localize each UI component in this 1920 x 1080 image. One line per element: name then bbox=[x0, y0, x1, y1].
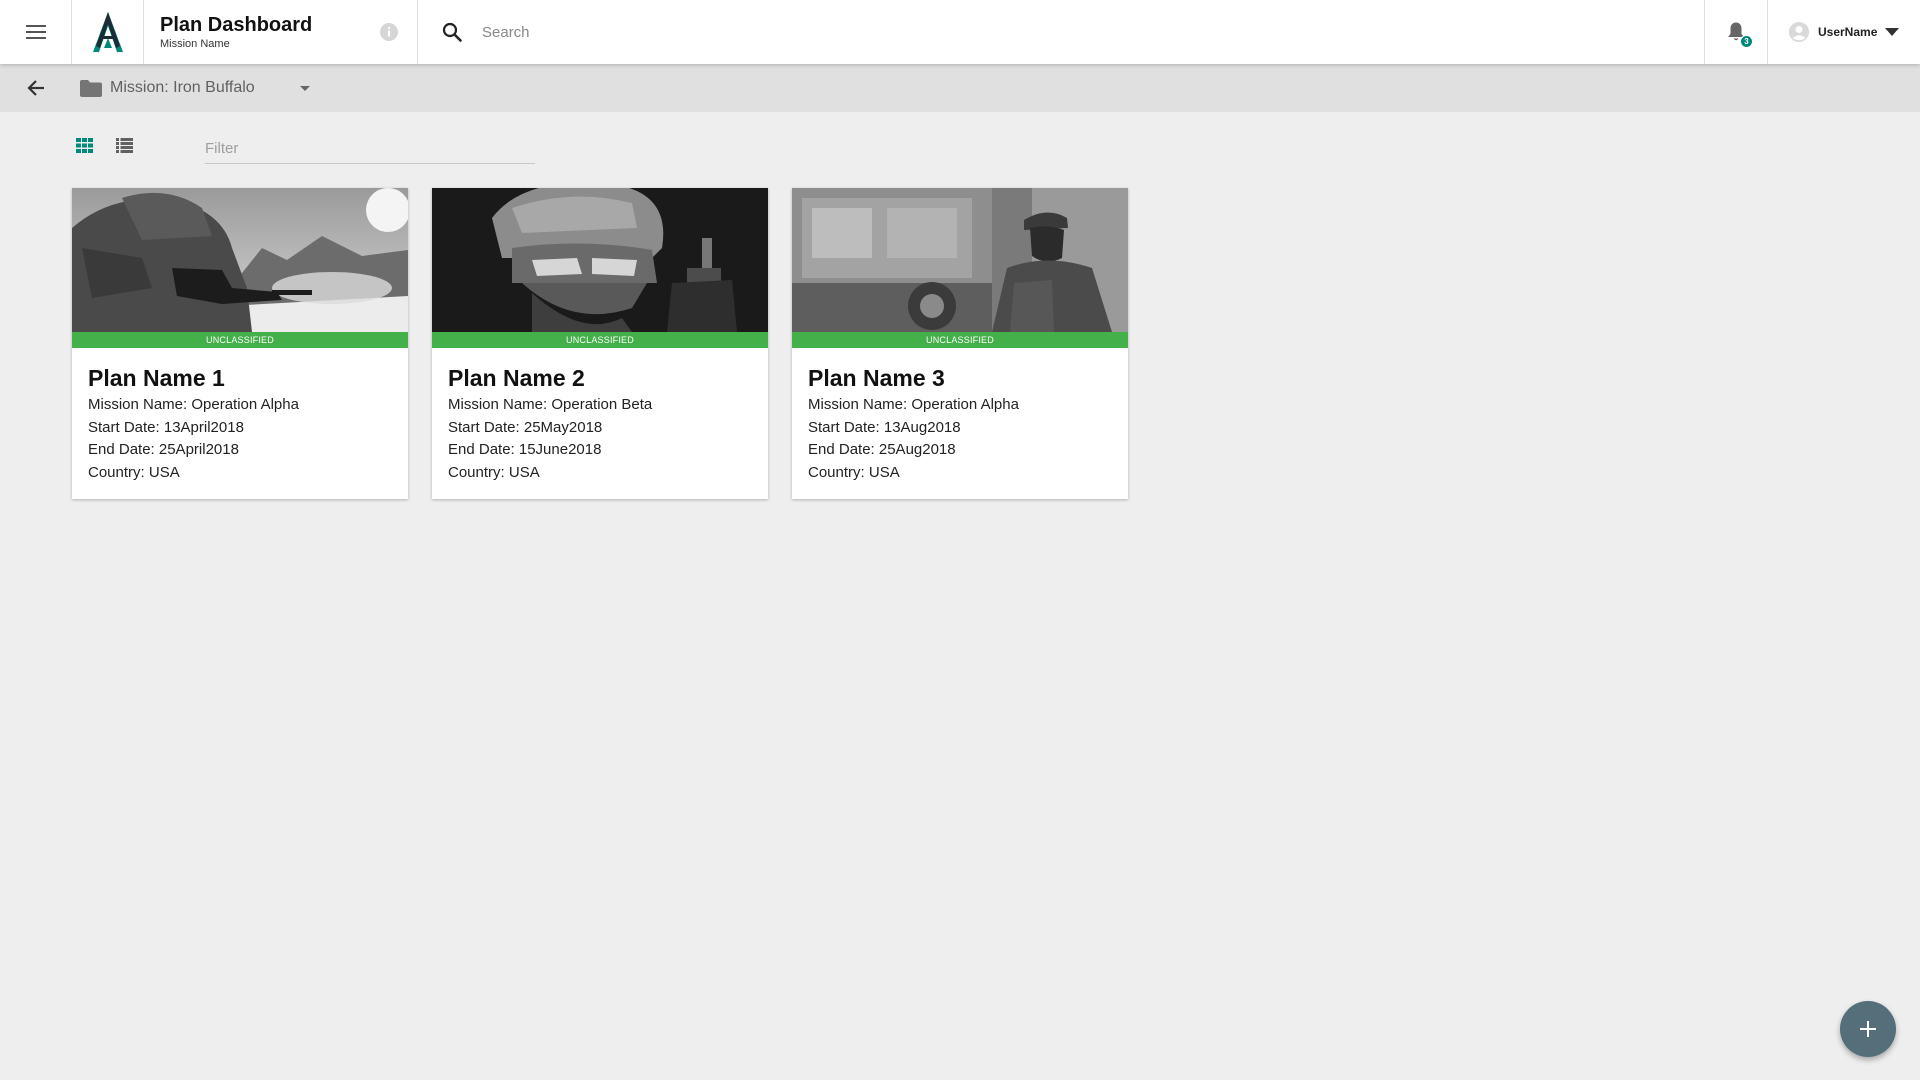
plus-icon bbox=[1860, 1021, 1876, 1037]
user-menu[interactable]: UserName bbox=[1768, 0, 1920, 64]
mission-select-value: Mission: Iron Buffalo bbox=[110, 79, 255, 96]
grid-view-button[interactable] bbox=[76, 138, 93, 153]
app-title-block: Plan Dashboard Mission Name bbox=[144, 0, 418, 64]
app-logo[interactable] bbox=[72, 0, 144, 64]
app-logo-icon bbox=[92, 12, 123, 52]
plan-mission-name: Mission Name: Operation Alpha bbox=[88, 396, 299, 413]
plan-card[interactable]: UNCLASSIFIED Plan Name 3 Mission Name: O… bbox=[792, 188, 1128, 499]
menu-button[interactable] bbox=[0, 0, 72, 64]
notification-count-badge: 3 bbox=[1740, 35, 1753, 48]
plan-country: Country: USA bbox=[808, 463, 900, 481]
plan-card-image bbox=[432, 188, 768, 332]
plan-card-image bbox=[72, 188, 408, 332]
plan-name: Plan Name 2 bbox=[448, 365, 585, 391]
plan-end-date: End Date: 25April2018 bbox=[88, 441, 239, 458]
top-app-bar: Plan Dashboard Mission Name 3 bbox=[0, 0, 1920, 64]
folder-icon bbox=[80, 79, 102, 97]
filter-input[interactable] bbox=[205, 134, 535, 162]
mission-select[interactable]: Mission: Iron Buffalo bbox=[80, 79, 310, 97]
caret-down-icon bbox=[1885, 28, 1900, 36]
notifications-button[interactable]: 3 bbox=[1704, 0, 1768, 64]
plan-card-body: Plan Name 3 Mission Name: Operation Alph… bbox=[792, 348, 1128, 484]
plan-start-date: Start Date: 13Aug2018 bbox=[808, 418, 961, 436]
info-icon[interactable] bbox=[379, 22, 399, 47]
plan-mission-name: Mission Name: Operation Beta bbox=[448, 396, 653, 413]
menu-icon bbox=[25, 25, 46, 39]
mission-bar: Mission: Iron Buffalo bbox=[0, 64, 1920, 112]
add-plan-button[interactable] bbox=[1840, 1001, 1896, 1057]
plan-country: Country: USA bbox=[448, 463, 540, 481]
user-name: UserName bbox=[1818, 25, 1878, 39]
plan-card[interactable]: UNCLASSIFIED Plan Name 1 Mission Name: O… bbox=[72, 188, 408, 499]
filter-field bbox=[205, 134, 535, 164]
search-input[interactable] bbox=[482, 23, 1182, 41]
classification-banner: UNCLASSIFIED bbox=[432, 332, 768, 348]
classification-banner: UNCLASSIFIED bbox=[792, 332, 1128, 348]
plan-name: Plan Name 1 bbox=[88, 365, 225, 391]
search-bar bbox=[418, 0, 1704, 64]
plan-name: Plan Name 3 bbox=[808, 365, 945, 391]
plan-start-date: Start Date: 25May2018 bbox=[448, 418, 603, 436]
classification-banner: UNCLASSIFIED bbox=[72, 332, 408, 348]
back-button[interactable] bbox=[0, 64, 72, 112]
list-view-button[interactable] bbox=[116, 138, 133, 153]
arrow-back-icon bbox=[27, 80, 44, 96]
dropdown-arrow-icon bbox=[300, 85, 310, 91]
plan-card[interactable]: UNCLASSIFIED Plan Name 2 Mission Name: O… bbox=[432, 188, 768, 499]
plan-card-body: Plan Name 2 Mission Name: Operation Beta… bbox=[432, 348, 768, 484]
account-circle-icon bbox=[1789, 22, 1809, 42]
plan-country: Country: USA bbox=[88, 463, 180, 481]
plan-mission-name: Mission Name: Operation Alpha bbox=[808, 396, 1019, 413]
plan-end-date: End Date: 25Aug2018 bbox=[808, 441, 956, 458]
plan-start-date: Start Date: 13April2018 bbox=[88, 418, 244, 436]
grid-view-icon bbox=[76, 138, 93, 153]
plan-end-date: End Date: 15June2018 bbox=[448, 441, 602, 458]
plan-card-body: Plan Name 1 Mission Name: Operation Alph… bbox=[72, 348, 408, 484]
list-view-icon bbox=[116, 138, 133, 153]
plan-card-image bbox=[792, 188, 1128, 332]
search-icon[interactable] bbox=[442, 22, 462, 42]
